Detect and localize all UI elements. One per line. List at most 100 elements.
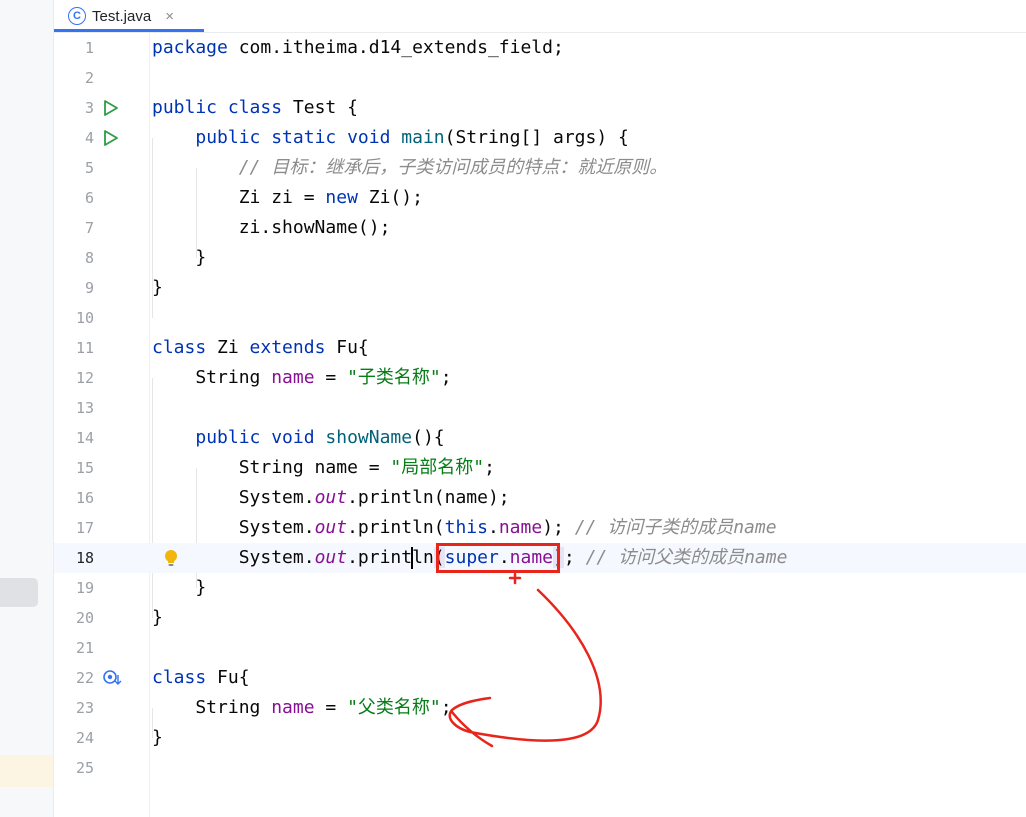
line-number[interactable]: 6 [54,183,94,213]
line-number[interactable]: 14 [54,423,94,453]
code-token: // 目标：继承后，子类访问成员的特点：就近原则。 [238,157,668,178]
line-number[interactable]: 5 [54,153,94,183]
code-line-3[interactable]: 3 public class Test { [54,93,1026,123]
code-text[interactable]: System.out.println(this.name); // 访问子类的成… [152,513,777,543]
line-number[interactable]: 12 [54,363,94,393]
code-token: showName [325,427,413,448]
lightbulb-icon[interactable] [164,549,182,567]
code-text[interactable]: } [152,723,163,753]
code-text[interactable]: } [152,603,163,633]
code-text[interactable]: } [152,273,163,303]
line-number[interactable]: 13 [54,393,94,423]
code-line-19[interactable]: 19 } [54,573,1026,603]
run-triangle-icon[interactable] [102,99,120,117]
implemented-marker-icon[interactable] [102,669,122,687]
code-token: class [152,667,218,688]
code-line-8[interactable]: 8 } [54,243,1026,273]
code-line-24[interactable]: 24} [54,723,1026,753]
code-text[interactable]: String name = "子类名称"; [152,363,451,393]
code-text[interactable]: class Fu{ [152,663,250,693]
line-number[interactable]: 23 [54,693,94,723]
code-text[interactable]: } [152,573,206,603]
code-text[interactable]: public static void main(String[] args) { [152,123,629,153]
line-number[interactable]: 25 [54,753,94,783]
code-editor[interactable]: 1 package com.itheima.d14_extends_field; 2… [54,33,1026,817]
code-token: } [152,727,163,748]
code-line-13[interactable]: 13 [54,393,1026,423]
line-number[interactable]: 3 [54,93,94,123]
tab-title: Test.java [92,7,152,25]
code-line-21[interactable]: 21 [54,633,1026,663]
code-text[interactable]: String name = "局部名称"; [152,453,495,483]
code-line-20[interactable]: 20} [54,603,1026,633]
line-number[interactable]: 20 [54,603,94,633]
code-text[interactable]: package com.itheima.d14_extends_field; [152,33,564,63]
line-number[interactable]: 4 [54,123,94,153]
line-number[interactable]: 1 [54,33,94,63]
code-text[interactable]: public void showName(){ [152,423,444,453]
code-token: (String[] args) { [444,127,629,148]
java-class-icon: C [68,7,86,25]
code-text[interactable]: String name = "父类名称"; [152,693,451,723]
code-token: ; [484,457,495,478]
project-tree-highlight-row[interactable] [0,755,53,787]
code-line-6[interactable]: 6 Zi zi = new Zi(); [54,183,1026,213]
code-token: public class [152,97,293,118]
line-number[interactable]: 24 [54,723,94,753]
code-token: // 访问子类的成员name [574,517,777,538]
code-token: Zi(); [368,187,423,208]
code-token: Test { [292,97,358,118]
line-number[interactable]: 10 [54,303,94,333]
code-line-17[interactable]: 17 System.out.println(this.name); // 访问子… [54,513,1026,543]
code-token: name [498,517,543,538]
code-text[interactable]: } [152,243,206,273]
code-line-11[interactable]: 11 class Zi extends Fu{ [54,333,1026,363]
code-token: class [152,337,218,358]
line-number[interactable]: 22 [54,663,94,693]
code-line-7[interactable]: 7 zi.showName(); [54,213,1026,243]
line-number[interactable]: 21 [54,633,94,663]
code-line-10[interactable]: 10 [54,303,1026,333]
tab-test-java[interactable]: C Test.java × [68,0,182,32]
line-number[interactable]: 19 [54,573,94,603]
code-text[interactable]: System.out.println(name); [152,483,510,513]
code-line-4[interactable]: 4 public static void main(String[] args)… [54,123,1026,153]
line-number[interactable]: 18 [54,543,94,573]
code-line-12[interactable]: 12 String name = "子类名称"; [54,363,1026,393]
code-line-14[interactable]: 14 public void showName(){ [54,423,1026,453]
code-line-5[interactable]: 5 // 目标：继承后，子类访问成员的特点：就近原则。 [54,153,1026,183]
code-line-23[interactable]: 23 String name = "父类名称"; [54,693,1026,723]
code-token: .print [347,547,413,568]
close-icon[interactable]: × [165,8,174,25]
line-number[interactable]: 17 [54,513,94,543]
project-tree-selected-row[interactable] [0,578,38,607]
code-text[interactable]: Zi zi = new Zi(); [152,183,423,213]
code-token: public static void [195,127,402,148]
code-text[interactable]: zi.showName(); [152,213,391,243]
code-line-1[interactable]: 1 package com.itheima.d14_extends_field; [54,33,1026,63]
code-token: out [314,487,348,508]
line-number[interactable]: 2 [54,63,94,93]
code-line-15[interactable]: 15 String name = "局部名称"; [54,453,1026,483]
line-number[interactable]: 8 [54,243,94,273]
code-token: } [152,607,163,628]
code-line-2[interactable]: 2 [54,63,1026,93]
line-number[interactable]: 11 [54,333,94,363]
code-line-16[interactable]: 16 System.out.println(name); [54,483,1026,513]
code-token: "局部名称" [390,457,485,478]
line-number[interactable]: 15 [54,453,94,483]
line-number[interactable]: 7 [54,213,94,243]
code-text[interactable]: // 目标：继承后，子类访问成员的特点：就近原则。 [152,153,668,183]
code-token: this [444,517,488,538]
code-line-9[interactable]: 9} [54,273,1026,303]
code-line-22[interactable]: 22 class Fu{ [54,663,1026,693]
code-line-25[interactable]: 25 [54,753,1026,783]
code-text[interactable]: public class Test { [152,93,358,123]
code-token: ln [412,547,434,568]
line-number[interactable]: 16 [54,483,94,513]
line-number[interactable]: 9 [54,273,94,303]
code-text[interactable]: class Zi extends Fu{ [152,333,369,363]
run-triangle-icon[interactable] [102,129,120,147]
code-token: "子类名称" [347,367,441,388]
